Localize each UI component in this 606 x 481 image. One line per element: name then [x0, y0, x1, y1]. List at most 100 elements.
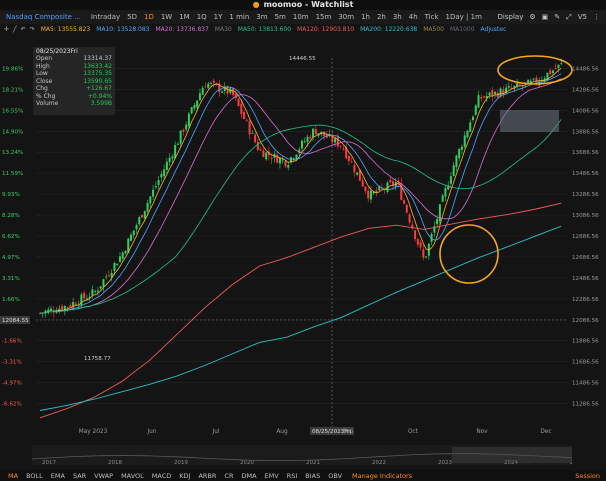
- undo-icon[interactable]: ↶: [21, 26, 26, 33]
- candle-body: [425, 256, 428, 258]
- candle-body: [455, 155, 458, 168]
- ma20-legend[interactable]: MA20: 13736.837: [156, 26, 209, 33]
- session-button[interactable]: Session: [575, 472, 600, 480]
- candle-body: [113, 262, 116, 271]
- candle-body: [292, 158, 295, 160]
- timeframe-tab[interactable]: 1W: [161, 13, 172, 21]
- ma120-legend[interactable]: MA120: 12903.810: [297, 26, 354, 33]
- manage-indicators-button[interactable]: Manage Indicators: [352, 472, 412, 480]
- ma30-legend[interactable]: MA30: [215, 26, 232, 33]
- info-label: High: [36, 62, 50, 70]
- timeframe-tab[interactable]: 1Day | 1m: [446, 13, 482, 21]
- window-title: moomoo - Watchlist: [263, 0, 354, 9]
- timeframe-tab[interactable]: 1D: [144, 13, 154, 21]
- crosshair-icon[interactable]: ✛: [4, 26, 9, 33]
- indicator-tab[interactable]: SAR: [73, 472, 86, 480]
- timeframe-tab[interactable]: Tick: [425, 13, 439, 21]
- timeframe-tab[interactable]: 15m: [316, 13, 332, 21]
- indicator-tab[interactable]: OBV: [328, 472, 342, 480]
- right-axis-label: 12286.56: [572, 297, 599, 303]
- indicator-tab[interactable]: MAVOL: [121, 472, 144, 480]
- indicator-tab[interactable]: ARBR: [198, 472, 216, 480]
- candle-body: [94, 291, 97, 293]
- left-axis-label: 19.86%: [2, 66, 23, 72]
- more-icon[interactable]: ⋮: [593, 13, 600, 21]
- candle-body: [240, 103, 243, 114]
- ma10-legend[interactable]: MA10: 13528.083: [96, 26, 149, 33]
- drawing-icon[interactable]: ╱: [13, 26, 17, 33]
- indicator-tab[interactable]: DMA: [241, 472, 256, 480]
- v-setting[interactable]: V5: [578, 13, 587, 21]
- edit-icon[interactable]: ✎: [554, 13, 560, 21]
- ma500-legend[interactable]: MA500: [423, 26, 444, 33]
- timeframe-tab[interactable]: 4h: [409, 13, 418, 21]
- timeframe-tab[interactable]: 1 min: [229, 13, 249, 21]
- candle-body: [165, 161, 168, 171]
- timeframe-tabs: Intraday 5D 1D 1W 1M 1Q 1Y 1 min 3m 5m 10m 15m 30m 1h…: [91, 13, 489, 21]
- timeframe-tab[interactable]: 5D: [127, 13, 137, 21]
- info-row: Volume 3.599B: [36, 100, 112, 108]
- timeframe-tab[interactable]: 1M: [179, 13, 190, 21]
- indicator-tab[interactable]: MA: [8, 472, 18, 480]
- timeframe-tab[interactable]: 1h: [361, 13, 370, 21]
- right-axis-label: 11886.56: [572, 339, 599, 345]
- candle-body: [361, 180, 364, 187]
- candle-body: [441, 195, 444, 202]
- timeframe-tab[interactable]: 1Q: [197, 13, 207, 21]
- timeframe-tab[interactable]: Intraday: [91, 13, 120, 21]
- expand-icon[interactable]: ⤢: [566, 13, 572, 22]
- candle-body: [207, 83, 210, 88]
- indicator-tab[interactable]: KDJ: [179, 472, 190, 480]
- indicator-tab[interactable]: VWAP: [94, 472, 113, 480]
- timeframe-tab[interactable]: 5m: [275, 13, 286, 21]
- timeframe-tab[interactable]: 3m: [256, 13, 267, 21]
- ma5-legend[interactable]: MA5: 13555.823: [41, 26, 90, 33]
- candle-body: [259, 149, 262, 151]
- candle-body: [201, 87, 204, 95]
- candle-body: [196, 100, 199, 108]
- redo-icon[interactable]: ↷: [30, 26, 35, 33]
- indicator-tab[interactable]: EMV: [265, 472, 279, 480]
- timeframe-tab[interactable]: 3h: [393, 13, 402, 21]
- candle-body: [422, 249, 425, 258]
- left-axis-label: 13.24%: [2, 150, 23, 156]
- display-menu[interactable]: Display: [498, 13, 524, 21]
- candle-body: [303, 141, 306, 143]
- indicator-tab[interactable]: MACD: [152, 472, 171, 480]
- candle-body: [179, 130, 182, 144]
- indicator-tabs: MA BOLL EMA SAR VWAP MAVOL MACD KDJ ARBR CR DMA EMV…: [0, 472, 342, 480]
- time-navigator[interactable]: 201720182019202020212022202320242025: [32, 445, 572, 465]
- candle-body: [209, 83, 212, 84]
- camera-icon[interactable]: ▣: [542, 13, 549, 21]
- candle-body: [278, 158, 281, 164]
- ma200-legend[interactable]: MA200: 12220.638: [360, 26, 417, 33]
- month-label: Jul: [212, 429, 220, 435]
- right-axis-labels: 14486.56 14286.56 14086.56 13886.56 13686.56…: [572, 66, 599, 407]
- indicator-tab[interactable]: BIAS: [305, 472, 320, 480]
- candle-body: [375, 190, 378, 193]
- left-axis-label: -3.31%: [2, 360, 22, 366]
- right-axis-label: 12486.56: [572, 276, 599, 282]
- toolbar-right: Display ⚙ ▣ ✎ ⤢ V5 ⋮: [498, 10, 600, 24]
- ma50-legend[interactable]: MA50: 13813.600: [238, 26, 291, 33]
- symbol-selector[interactable]: Nasdaq Composite ...: [6, 13, 81, 21]
- candle-body: [353, 164, 356, 173]
- indicator-tab[interactable]: RSI: [287, 472, 298, 480]
- indicator-tab[interactable]: EMA: [51, 472, 65, 480]
- chart-grid: [36, 68, 568, 404]
- ma1000-legend[interactable]: MA1000: [450, 26, 475, 33]
- timeframe-tab[interactable]: 2h: [377, 13, 386, 21]
- candle-body: [96, 290, 99, 292]
- timeframe-tab[interactable]: 10m: [293, 13, 309, 21]
- indicator-tab[interactable]: BOLL: [26, 472, 43, 480]
- candle-body: [414, 230, 417, 240]
- left-axis-label: 8.28%: [2, 213, 20, 219]
- timeframe-tab[interactable]: 30m: [338, 13, 354, 21]
- adjust-menu[interactable]: Adjustec: [481, 26, 507, 33]
- right-axis-label: 12686.56: [572, 255, 599, 261]
- markers: 08/25/2023Fri14446.5511758.77: [84, 55, 573, 435]
- indicator-tab[interactable]: CR: [224, 472, 233, 480]
- timeframe-tab[interactable]: 1Y: [214, 13, 223, 21]
- ma-lines: [39, 67, 562, 419]
- settings-icon[interactable]: ⚙: [529, 13, 535, 21]
